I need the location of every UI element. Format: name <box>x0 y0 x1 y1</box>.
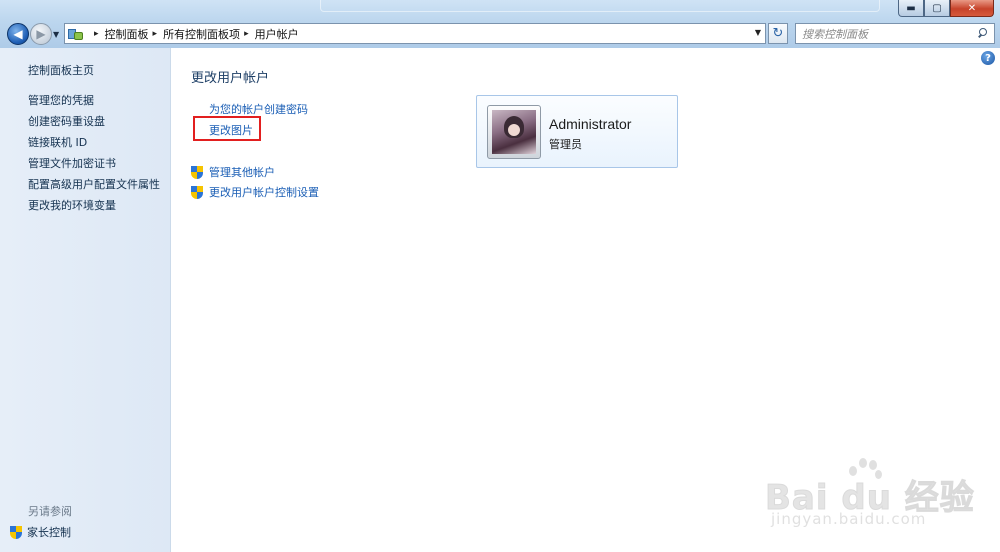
baidu-watermark: Bai du 经验 jingyan.baidu.com <box>765 458 995 538</box>
avatar <box>487 105 541 159</box>
minimize-button[interactable]: ▬ <box>898 0 924 17</box>
sidebar-home-link[interactable]: 控制面板主页 <box>28 62 94 78</box>
uac-shield-icon <box>191 185 203 199</box>
control-panel-icon <box>68 27 84 41</box>
help-icon[interactable]: ? <box>981 51 995 65</box>
window-chrome: ▬ ▢ ✕ ◀ ▶ ▼ ▸ 控制面板 ▸ 所有控制面板项 ▸ 用户帐户 ▼ ↻ … <box>0 0 1000 48</box>
recent-pages-dropdown[interactable]: ▼ <box>53 30 59 39</box>
refresh-icon: ↻ <box>772 26 784 41</box>
breadcrumb-all-items[interactable]: 所有控制面板项 <box>163 26 240 42</box>
back-button[interactable]: ◀ <box>7 23 29 45</box>
account-role: 管理员 <box>549 138 582 151</box>
sidebar: 控制面板主页 管理您的凭据 创建密码重设盘 链接联机 ID 管理文件加密证书 配… <box>0 48 171 552</box>
refresh-button[interactable]: ↻ <box>768 23 788 44</box>
see-also-heading: 另请参阅 <box>28 505 72 518</box>
sidebar-item-password-reset-disk[interactable]: 创建密码重设盘 <box>28 113 105 129</box>
highlight-box <box>193 116 261 141</box>
sidebar-item-encryption-certificates[interactable]: 管理文件加密证书 <box>28 155 116 171</box>
breadcrumb-user-accounts[interactable]: 用户帐户 <box>255 26 299 42</box>
watermark-url: jingyan.baidu.com <box>771 510 927 528</box>
sidebar-item-advanced-profile[interactable]: 配置高级用户配置文件属性 <box>28 176 160 192</box>
chrome-reflection <box>320 0 880 12</box>
search-icon[interactable] <box>977 28 988 39</box>
manage-other-accounts-link[interactable]: 管理其他帐户 <box>191 164 275 180</box>
sidebar-item-link-online-id[interactable]: 链接联机 ID <box>28 134 87 150</box>
back-arrow-icon: ◀ <box>13 27 23 41</box>
manage-other-accounts-label: 管理其他帐户 <box>209 166 275 179</box>
parental-controls-link[interactable]: 家长控制 <box>10 524 71 540</box>
maximize-button[interactable]: ▢ <box>924 0 950 17</box>
account-name: Administrator <box>549 116 632 132</box>
close-button[interactable]: ✕ <box>950 0 994 17</box>
sidebar-item-environment-variables[interactable]: 更改我的环境变量 <box>28 197 116 213</box>
parental-controls-label: 家长控制 <box>27 526 71 539</box>
account-card: Administrator 管理员 <box>476 95 678 168</box>
uac-settings-label: 更改用户帐户控制设置 <box>209 186 319 199</box>
breadcrumb-control-panel[interactable]: 控制面板 <box>105 26 149 42</box>
forward-button[interactable]: ▶ <box>30 23 52 45</box>
page-title: 更改用户帐户 <box>191 71 270 86</box>
breadcrumb-separator-icon[interactable]: ▸ <box>94 29 99 39</box>
avatar-picture <box>492 110 536 154</box>
sidebar-item-manage-credentials[interactable]: 管理您的凭据 <box>28 92 94 108</box>
uac-settings-link[interactable]: 更改用户帐户控制设置 <box>191 184 319 200</box>
uac-shield-icon <box>10 525 22 539</box>
search-input[interactable]: 搜索控制面板 <box>802 26 977 42</box>
address-dropdown-icon[interactable]: ▼ <box>755 28 761 37</box>
breadcrumb-separator-icon[interactable]: ▸ <box>153 29 158 39</box>
window-controls: ▬ ▢ ✕ <box>898 0 994 17</box>
create-password-link[interactable]: 为您的帐户创建密码 <box>209 101 308 117</box>
breadcrumb-separator-icon[interactable]: ▸ <box>244 29 249 39</box>
forward-arrow-icon: ▶ <box>36 27 46 41</box>
search-box[interactable]: 搜索控制面板 <box>795 23 995 44</box>
address-bar[interactable]: ▸ 控制面板 ▸ 所有控制面板项 ▸ 用户帐户 ▼ <box>64 23 766 44</box>
uac-shield-icon <box>191 165 203 179</box>
